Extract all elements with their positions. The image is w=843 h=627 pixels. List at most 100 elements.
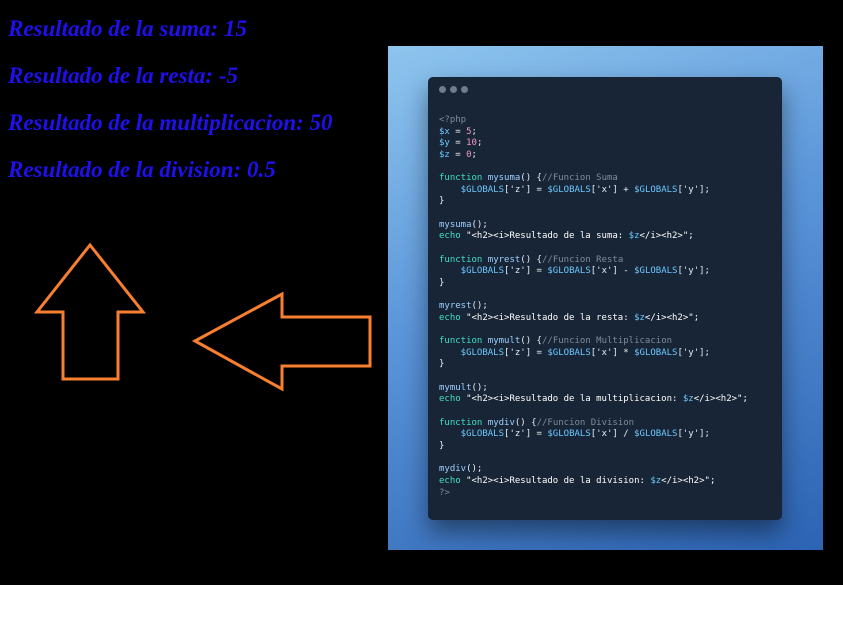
code-token: <?php [439, 115, 467, 125]
code-token: ['z'] = [504, 429, 548, 440]
code-screenshot-image: <?php $x = 5; $y = 10; $z = 0; function mys… [388, 46, 823, 550]
code-token: </i><h2>"; [661, 475, 716, 486]
code-token: } [439, 440, 445, 451]
code-token: function [439, 336, 488, 347]
code-token: </i><h2>"; [644, 312, 700, 323]
code-token: () { [520, 254, 542, 265]
code-token: echo [439, 231, 467, 242]
page-canvas: Resultado de la suma: 15 Resultado de la… [0, 0, 843, 585]
code-line: mydiv(); [439, 464, 748, 476]
code-token: ['x'] + [590, 184, 635, 195]
code-token: ['x'] - [590, 266, 635, 277]
code-token: } [439, 196, 445, 207]
code-token: $GLOBALS [439, 266, 505, 277]
code-token: //Funcion Suma [541, 173, 618, 184]
code-token: $GLOBALS [439, 429, 505, 440]
code-line: echo "<h2><i>Resultado de la resta: $z</… [439, 313, 748, 325]
code-token: $GLOBALS [547, 347, 591, 358]
code-token: } [439, 277, 445, 288]
code-token: () { [514, 417, 537, 428]
code-token: = [449, 138, 467, 149]
code-token: mymult [487, 336, 521, 347]
code-line: echo "<h2><i>Resultado de la division: $… [439, 476, 748, 488]
code-token: ; [476, 138, 483, 149]
code-line: echo "<h2><i>Resultado de la multiplicac… [439, 394, 748, 406]
code-token: $z [634, 312, 645, 323]
code-line: $x = 5; [439, 127, 748, 139]
code-token: mysuma [439, 219, 472, 230]
code-token: ['z'] = [504, 347, 548, 358]
code-line: ?> [439, 488, 748, 500]
code-token: $GLOBALS [547, 266, 591, 277]
code-token: </i><h2>"; [693, 394, 748, 405]
code-token: //Funcion Resta [541, 254, 624, 265]
code-token: $GLOBALS [634, 266, 678, 277]
code-token: "<h2><i>Resultado de la resta: [466, 312, 635, 323]
code-token: ['z'] = [504, 184, 548, 195]
code-line: mysuma(); [439, 220, 748, 232]
code-token: = [449, 149, 467, 160]
code-token: ['x'] / [590, 429, 635, 440]
php-code-block: <?php $x = 5; $y = 10; $z = 0; function mys… [439, 115, 748, 499]
code-line: myrest(); [439, 301, 748, 313]
code-line: echo "<h2><i>Resultado de la suma: $z</i… [439, 231, 748, 243]
code-token: echo [439, 394, 467, 405]
code-token: //Funcion Multiplicacion [541, 336, 673, 347]
code-line: } [439, 359, 748, 371]
window-dot-icon [461, 86, 468, 93]
code-token: } [439, 359, 445, 370]
code-line: function mydiv() {//Funcion Division [439, 418, 748, 430]
code-line: } [439, 278, 748, 290]
code-token: $GLOBALS [547, 429, 591, 440]
window-controls [439, 86, 468, 93]
code-token: 10 [466, 138, 477, 149]
code-line: $GLOBALS['z'] = $GLOBALS['x'] / $GLOBALS… [439, 429, 748, 441]
code-token: function [439, 173, 488, 184]
code-token: myrest [439, 301, 472, 312]
code-token: $GLOBALS [439, 184, 505, 195]
code-line: } [439, 441, 748, 453]
code-token: $z [682, 394, 694, 405]
code-token: "<h2><i>Resultado de la suma: [466, 231, 629, 242]
code-token: $y [439, 138, 450, 149]
code-token: ['y']; [677, 266, 710, 277]
code-window: <?php $x = 5; $y = 10; $z = 0; function mys… [428, 77, 782, 520]
code-token: ['y']; [677, 347, 710, 358]
code-line: function mysuma() {//Funcion Suma [439, 173, 748, 185]
code-token: ['y']; [677, 429, 710, 440]
code-line: function mymult() {//Funcion Multiplicac… [439, 336, 748, 348]
code-token: (); [466, 464, 483, 475]
code-token: $GLOBALS [439, 347, 505, 358]
code-token: () { [520, 173, 542, 184]
code-token: mymult [439, 382, 472, 393]
code-line: } [439, 196, 748, 208]
code-token: ['x'] * [590, 347, 635, 358]
code-line: $z = 0; [439, 150, 748, 162]
window-dot-icon [439, 86, 446, 93]
code-token: $z [628, 231, 640, 242]
code-token: mysuma [487, 173, 521, 184]
code-token: myrest [487, 254, 521, 265]
code-line: $GLOBALS['z'] = $GLOBALS['x'] - $GLOBALS… [439, 266, 748, 278]
code-token: $GLOBALS [547, 184, 591, 195]
code-token: echo [439, 475, 467, 486]
code-token: $z [439, 149, 450, 160]
left-arrow-shape [191, 291, 372, 392]
code-token: "<h2><i>Resultado de la multiplicacion: [466, 394, 683, 405]
code-token: mydiv [487, 417, 515, 428]
code-token: mydiv [439, 464, 467, 475]
code-token: $z [650, 475, 662, 486]
code-token: = [449, 126, 467, 137]
code-token: () { [520, 336, 542, 347]
code-token: (); [471, 219, 488, 230]
code-token: </i><h2>"; [639, 231, 694, 242]
code-line: <?php [439, 115, 748, 127]
code-token: ; [471, 149, 477, 160]
